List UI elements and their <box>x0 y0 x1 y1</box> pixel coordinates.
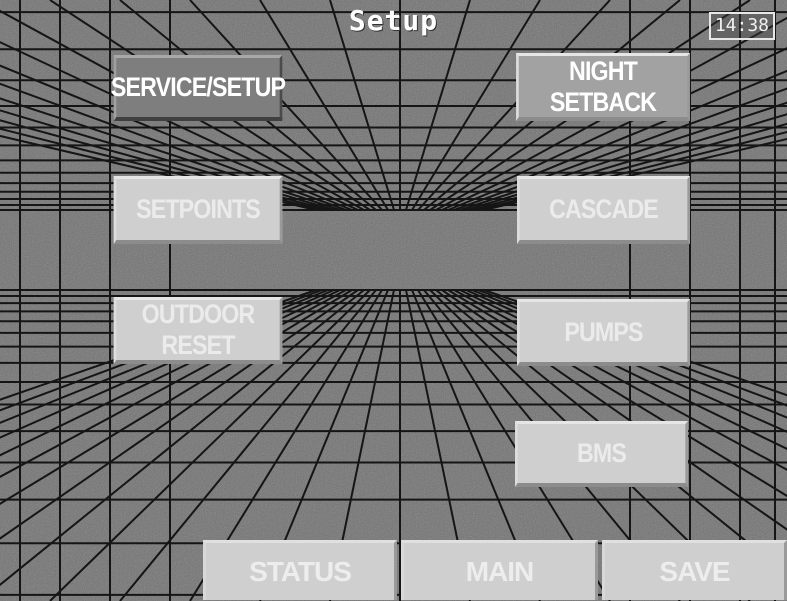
service-setup-button[interactable]: SERVICE/SETUP <box>110 55 286 121</box>
save-softkey[interactable]: SAVE <box>602 540 787 600</box>
bms-label: BMS <box>576 438 627 468</box>
outdoor-reset-label: OUTDOOR RESET <box>141 299 256 360</box>
outdoor-reset-button[interactable]: OUTDOOR RESET <box>113 297 283 364</box>
setup-screen: Setup 14:38 SERVICE/SETUP NIGHT SETBACK … <box>0 0 787 601</box>
main-softkey-label: MAIN <box>465 555 535 587</box>
pumps-button[interactable]: PUMPS <box>517 299 690 366</box>
setpoints-label: SETPOINTS <box>136 194 261 224</box>
night-setback-button[interactable]: NIGHT SETBACK <box>516 53 690 121</box>
cascade-button[interactable]: CASCADE <box>517 176 690 244</box>
main-softkey[interactable]: MAIN <box>401 540 598 600</box>
night-setback-label: NIGHT SETBACK <box>549 55 657 117</box>
pumps-label: PUMPS <box>564 316 643 347</box>
save-softkey-label: SAVE <box>659 555 730 587</box>
bms-button[interactable]: BMS <box>515 421 688 487</box>
screen-title: Setup <box>348 4 439 37</box>
cascade-label: CASCADE <box>549 194 659 224</box>
status-softkey[interactable]: STATUS <box>203 540 397 600</box>
clock-display: 14:38 <box>708 12 775 40</box>
status-softkey-label: STATUS <box>249 555 352 587</box>
setpoints-button[interactable]: SETPOINTS <box>113 176 283 244</box>
service-setup-label: SERVICE/SETUP <box>110 72 286 102</box>
